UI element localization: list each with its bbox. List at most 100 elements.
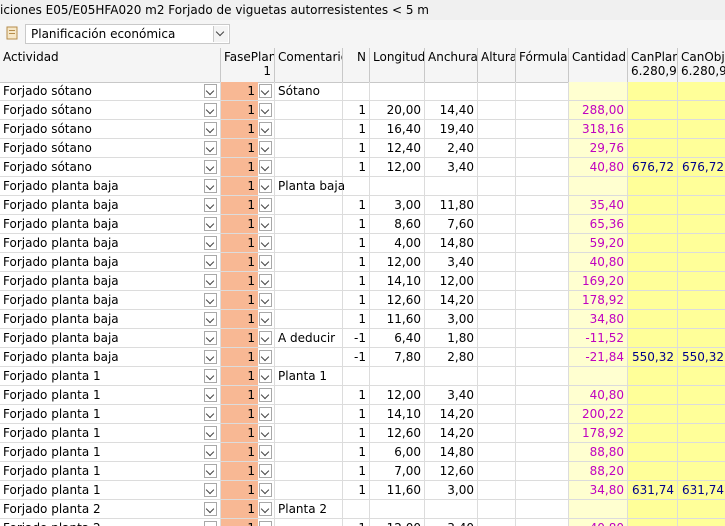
table-row[interactable]: Forjado sótano 1 1 16,40 19,40 318,16 <box>0 120 725 139</box>
table-row[interactable]: Forjado planta baja 1 A deducir -1 6,40 1,80 -… <box>0 329 725 348</box>
cell-anchura[interactable]: 14,20 <box>425 424 478 443</box>
cell-comentario[interactable] <box>275 291 343 310</box>
activity-dropdown-button[interactable] <box>204 312 217 326</box>
plan-select[interactable]: Planificación económica <box>25 24 230 44</box>
fase-dropdown-button[interactable] <box>259 407 272 421</box>
cell-canplan[interactable] <box>628 215 678 234</box>
cell-n[interactable] <box>343 177 370 196</box>
cell-comentario[interactable] <box>275 519 343 526</box>
table-row[interactable]: Forjado sótano 1 Sótano <box>0 82 725 101</box>
cell-longitud[interactable]: 4,00 <box>370 234 425 253</box>
table-row[interactable]: Forjado planta 1 1 1 7,00 12,60 88,20 <box>0 462 725 481</box>
cell-longitud[interactable]: 11,60 <box>370 310 425 329</box>
cell-comentario[interactable]: Planta baja <box>275 177 345 196</box>
cell-canobj[interactable] <box>678 519 725 526</box>
cell-actividad[interactable]: Forjado planta baja <box>0 348 221 367</box>
cell-comentario[interactable] <box>275 348 343 367</box>
cell-altura[interactable] <box>478 215 516 234</box>
cell-n[interactable] <box>343 500 370 519</box>
cell-actividad[interactable]: Forjado sótano <box>0 139 221 158</box>
cell-longitud[interactable]: 12,60 <box>370 424 425 443</box>
cell-anchura[interactable]: 7,60 <box>425 215 478 234</box>
activity-dropdown-button[interactable] <box>204 350 217 364</box>
cell-altura[interactable] <box>478 348 516 367</box>
table-row[interactable]: Forjado planta 1 1 1 12,60 14,20 178,92 <box>0 424 725 443</box>
fase-dropdown-button[interactable] <box>259 312 272 326</box>
cell-longitud[interactable]: 12,00 <box>370 386 425 405</box>
cell-formula[interactable] <box>516 139 569 158</box>
cell-anchura[interactable]: 12,00 <box>425 272 478 291</box>
cell-cantidad[interactable]: 178,92 <box>569 424 628 443</box>
cell-comentario[interactable] <box>275 481 343 500</box>
cell-fase[interactable]: 1 <box>221 386 275 405</box>
cell-n[interactable]: 1 <box>343 120 370 139</box>
cell-canobj[interactable] <box>678 386 725 405</box>
cell-comentario[interactable] <box>275 253 343 272</box>
cell-longitud[interactable]: 12,00 <box>370 519 425 526</box>
column-header-comentario[interactable]: Comentario <box>275 48 343 82</box>
cell-comentario[interactable] <box>275 310 343 329</box>
activity-dropdown-button[interactable] <box>204 217 217 231</box>
cell-cantidad[interactable]: 169,20 <box>569 272 628 291</box>
cell-fase[interactable]: 1 <box>221 101 275 120</box>
cell-fase[interactable]: 1 <box>221 519 275 526</box>
table-row[interactable]: Forjado planta baja 1 Planta baja <box>0 177 725 196</box>
cell-n[interactable]: 1 <box>343 291 370 310</box>
cell-comentario[interactable] <box>275 158 343 177</box>
cell-anchura[interactable]: 14,20 <box>425 291 478 310</box>
cell-canobj[interactable] <box>678 462 725 481</box>
cell-longitud[interactable]: 14,10 <box>370 405 425 424</box>
cell-n[interactable]: 1 <box>343 139 370 158</box>
cell-cantidad[interactable]: 40,80 <box>569 158 628 177</box>
cell-cantidad[interactable] <box>569 82 628 101</box>
cell-n[interactable]: 1 <box>343 253 370 272</box>
cell-n[interactable]: 1 <box>343 405 370 424</box>
cell-actividad[interactable]: Forjado planta 1 <box>0 386 221 405</box>
table-row[interactable]: Forjado planta baja 1 1 3,00 11,80 35,40 <box>0 196 725 215</box>
cell-actividad[interactable]: Forjado planta 1 <box>0 481 221 500</box>
cell-longitud[interactable]: 12,60 <box>370 291 425 310</box>
cell-actividad[interactable]: Forjado planta baja <box>0 310 221 329</box>
cell-actividad[interactable]: Forjado sótano <box>0 82 221 101</box>
cell-altura[interactable] <box>478 272 516 291</box>
cell-anchura[interactable]: 12,60 <box>425 462 478 481</box>
cell-canplan[interactable]: 631,74 <box>628 481 678 500</box>
cell-canobj[interactable] <box>678 500 725 519</box>
cell-comentario[interactable] <box>275 405 343 424</box>
cell-comentario[interactable] <box>275 272 343 291</box>
cell-cantidad[interactable]: 200,22 <box>569 405 628 424</box>
cell-actividad[interactable]: Forjado planta baja <box>0 196 221 215</box>
table-row[interactable]: Forjado planta baja 1 -1 7,80 2,80 -21,84 550,… <box>0 348 725 367</box>
activity-dropdown-button[interactable] <box>204 198 217 212</box>
activity-dropdown-button[interactable] <box>204 483 217 497</box>
cell-comentario[interactable] <box>275 234 343 253</box>
cell-anchura[interactable]: 14,20 <box>425 405 478 424</box>
cell-formula[interactable] <box>516 196 569 215</box>
fase-dropdown-button[interactable] <box>259 103 272 117</box>
cell-cantidad[interactable]: 288,00 <box>569 101 628 120</box>
cell-canobj[interactable] <box>678 424 725 443</box>
activity-dropdown-button[interactable] <box>204 255 217 269</box>
cell-comentario[interactable] <box>275 120 343 139</box>
cell-fase[interactable]: 1 <box>221 291 275 310</box>
cell-altura[interactable] <box>478 329 516 348</box>
cell-formula[interactable] <box>516 462 569 481</box>
cell-longitud[interactable]: 14,10 <box>370 272 425 291</box>
fase-dropdown-button[interactable] <box>259 198 272 212</box>
cell-cantidad[interactable]: 65,36 <box>569 215 628 234</box>
cell-cantidad[interactable]: 35,40 <box>569 196 628 215</box>
cell-comentario[interactable]: Planta 1 <box>275 367 343 386</box>
cell-actividad[interactable]: Forjado planta 2 <box>0 519 221 526</box>
cell-actividad[interactable]: Forjado planta 1 <box>0 405 221 424</box>
cell-formula[interactable] <box>516 120 569 139</box>
cell-cantidad[interactable]: 29,76 <box>569 139 628 158</box>
cell-formula[interactable] <box>516 158 569 177</box>
fase-dropdown-button[interactable] <box>259 274 272 288</box>
cell-fase[interactable]: 1 <box>221 253 275 272</box>
cell-canplan[interactable] <box>628 443 678 462</box>
cell-longitud[interactable]: 12,00 <box>370 253 425 272</box>
cell-altura[interactable] <box>478 462 516 481</box>
cell-cantidad[interactable]: -21,84 <box>569 348 628 367</box>
cell-canobj[interactable] <box>678 443 725 462</box>
cell-altura[interactable] <box>478 424 516 443</box>
